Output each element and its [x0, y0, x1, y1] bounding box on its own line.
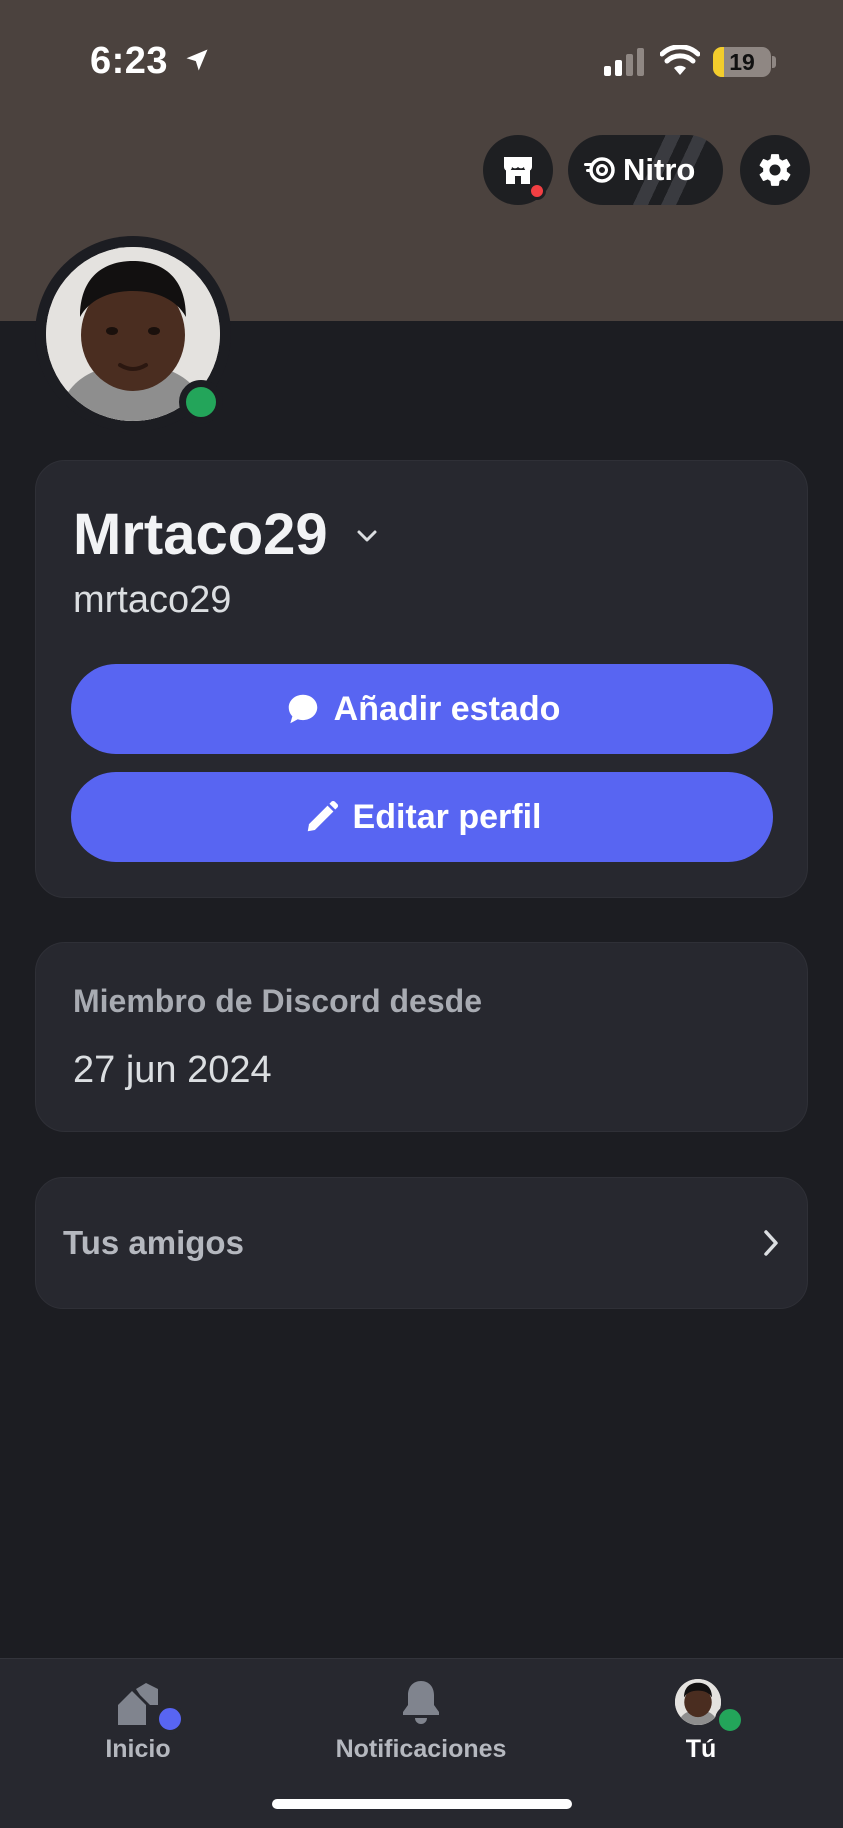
profile-card: Mrtaco29 mrtaco29 Añadir estado Editar p… — [35, 460, 808, 898]
chevron-down-icon[interactable] — [356, 529, 378, 543]
member-since-label: Miembro de Discord desde — [73, 983, 482, 1019]
home-badge-dot — [155, 1704, 185, 1734]
friends-label: Tus amigos — [63, 1224, 244, 1261]
tab-you[interactable]: Tú — [601, 1659, 801, 1779]
online-status-indicator — [179, 380, 223, 424]
status-time: 6:23 — [90, 40, 169, 82]
tab-label-home: Inicio — [105, 1735, 171, 1763]
bell-icon — [403, 1681, 439, 1724]
edit-profile-button[interactable]: Editar perfil — [71, 772, 773, 862]
shop-icon — [504, 157, 532, 184]
gear-icon — [759, 154, 791, 186]
add-status-label: Añadir estado — [333, 689, 561, 728]
edit-profile-label: Editar perfil — [352, 797, 542, 836]
member-since-card: Miembro de Discord desde 27 jun 2024 — [35, 942, 808, 1132]
home-indicator[interactable] — [272, 1799, 572, 1809]
cellular-signal-icon — [604, 48, 644, 76]
shop-notification-dot — [528, 182, 546, 200]
member-since-date: 27 jun 2024 — [73, 1049, 272, 1091]
chat-bubble-icon — [288, 694, 317, 724]
settings-button[interactable] — [740, 135, 810, 205]
battery-icon: 19 — [713, 47, 771, 77]
tab-label-notifications: Notificaciones — [335, 1735, 507, 1763]
display-name[interactable]: Mrtaco29 — [73, 501, 328, 568]
status-bar: 6:23 19 — [0, 0, 843, 120]
location-arrow-icon — [186, 49, 208, 71]
add-status-button[interactable]: Añadir estado — [71, 664, 773, 754]
nitro-label: Nitro — [623, 152, 696, 187]
friends-row[interactable]: Tus amigos — [35, 1177, 808, 1309]
shop-button[interactable] — [483, 135, 553, 205]
tab-home[interactable]: Inicio — [38, 1659, 238, 1779]
pencil-icon — [307, 800, 338, 832]
wifi-icon — [660, 45, 700, 75]
nitro-icon — [584, 157, 615, 183]
profile-avatar[interactable] — [35, 236, 231, 432]
battery-tip — [772, 56, 776, 68]
tab-label-you: Tú — [685, 1735, 717, 1763]
battery-level: 19 — [729, 49, 755, 75]
nitro-button[interactable]: Nitro — [568, 135, 723, 205]
chevron-right-icon — [764, 1230, 778, 1256]
tab-notifications[interactable]: Notificaciones — [321, 1659, 521, 1779]
online-status-indicator — [715, 1705, 745, 1735]
username: mrtaco29 — [73, 579, 232, 621]
